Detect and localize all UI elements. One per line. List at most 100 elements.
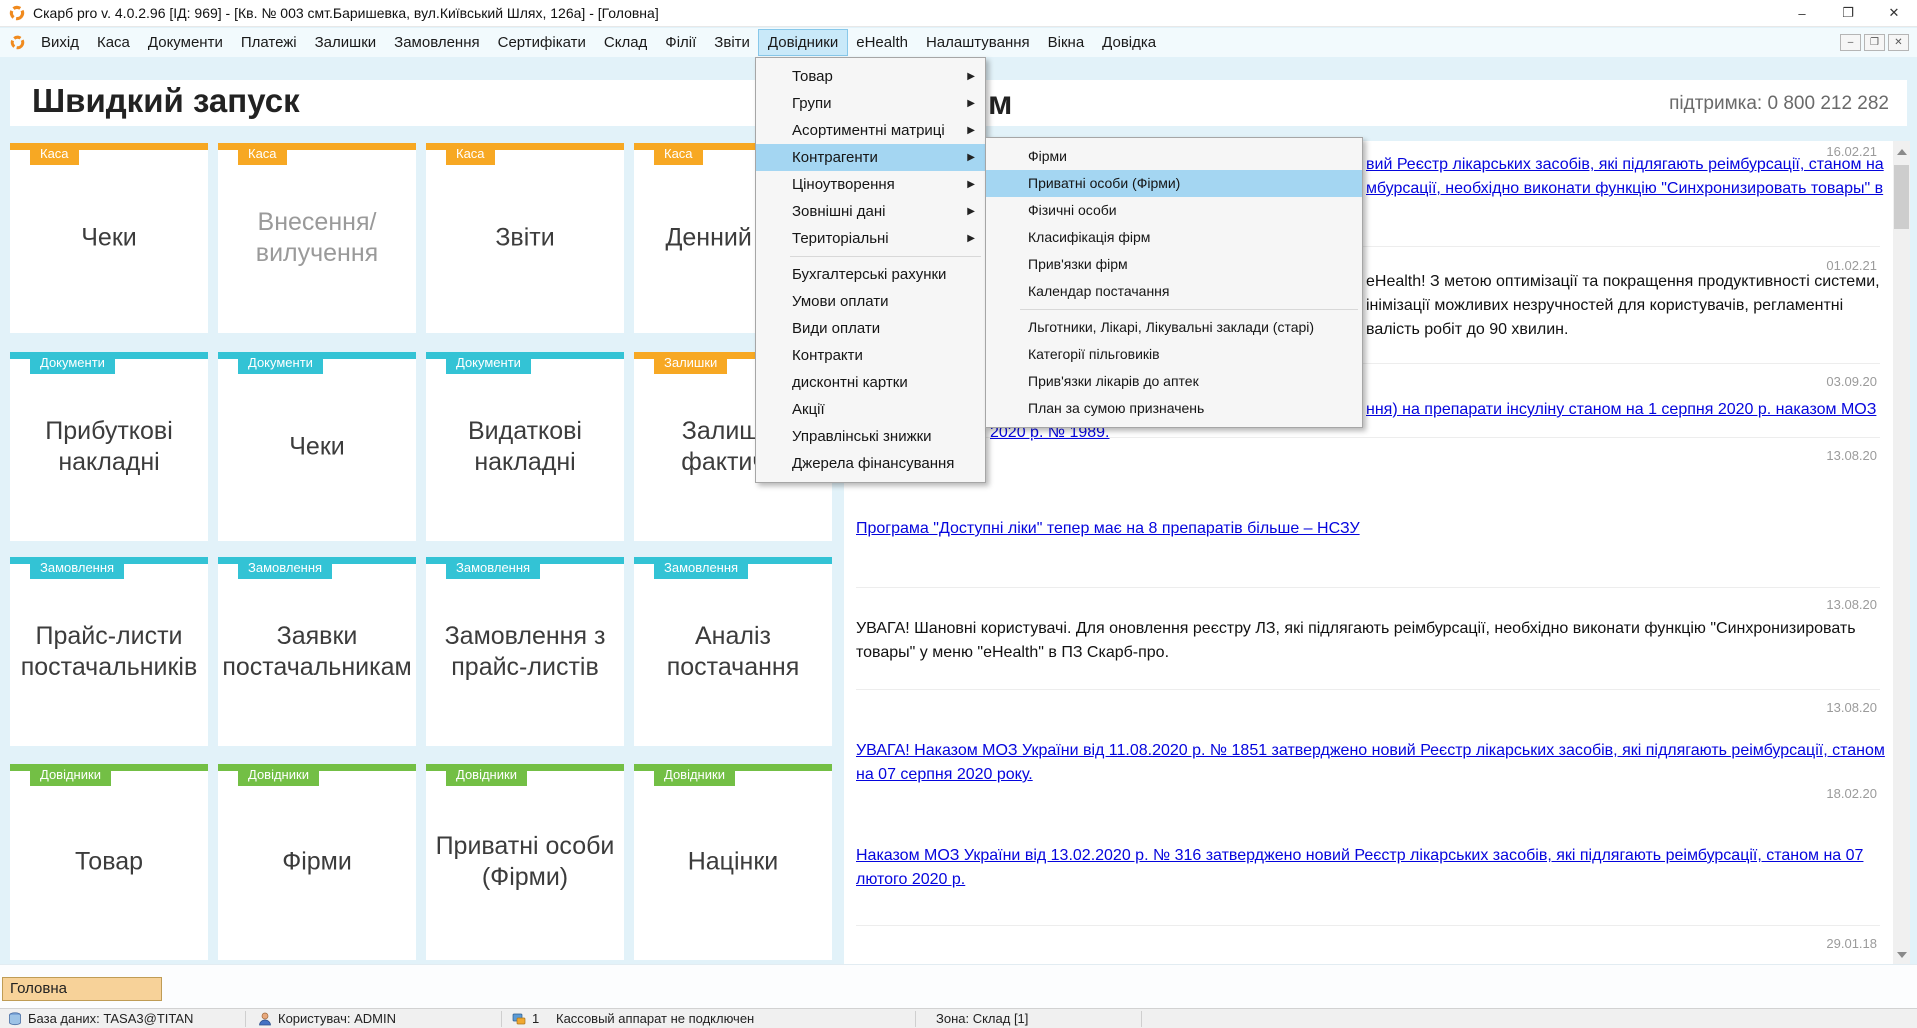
submenuitem-fizychni-osoby[interactable]: Фізичні особи xyxy=(986,197,1362,224)
submenuitem-plan-za-sumoiu-pryznachen[interactable]: План за сумою призначень xyxy=(986,395,1362,422)
mdi-restore-button[interactable]: ❐ xyxy=(1864,34,1885,51)
minimize-button[interactable]: – xyxy=(1779,0,1825,26)
submenuitem-pryviazky-likariv-do-aptek[interactable]: Прив'язки лікарів до аптек xyxy=(986,368,1362,395)
submenuitem-pryviazky-firm[interactable]: Прив'язки фірм xyxy=(986,251,1362,278)
menuitem-hrupy[interactable]: Групи▶ xyxy=(756,90,985,117)
news-scrollbar[interactable] xyxy=(1893,141,1910,966)
menu-zamovlennia[interactable]: Замовлення xyxy=(385,30,488,55)
scroll-down-icon[interactable] xyxy=(1893,944,1910,966)
menuitem-upravlinski-znyzhky[interactable]: Управлінські знижки xyxy=(756,423,985,450)
tile-label: Чеки xyxy=(222,431,412,462)
menu-nalashtuvannia[interactable]: Налаштування xyxy=(917,30,1039,55)
news-text-line: товары" у меню "eHealth" в ПЗ Скарб-про. xyxy=(856,644,1169,662)
scrollbar-thumb[interactable] xyxy=(1894,165,1909,229)
news-link-line[interactable]: вий Реєстр лікарських засобів, які підля… xyxy=(1366,156,1884,174)
menu-dovidka[interactable]: Довідка xyxy=(1093,30,1165,55)
menuitem-dzherela-finansuvannia[interactable]: Джерела фінансування xyxy=(756,450,985,477)
news-link-line[interactable]: Програма "Доступні ліки" тепер має на 8 … xyxy=(856,520,1360,538)
menu-vykhid[interactable]: Вихід xyxy=(32,30,88,55)
news-link-line[interactable]: УВАГА! Наказом МОЗ України від 11.08.202… xyxy=(856,742,1885,760)
menu-kasa[interactable]: Каса xyxy=(88,30,139,55)
tile-vnesennia-vyluchennia[interactable]: Каса Внесення/вилучення xyxy=(218,143,416,333)
tile-category-badge: Замовлення xyxy=(238,557,332,579)
submenuitem-lhotnyky-likari-zaklady[interactable]: Льготники, Лікарі, Лікувальні заклади (с… xyxy=(986,314,1362,341)
tile-prais-lysty-postachalnykiv[interactable]: Замовлення Прайс-листи постачальників xyxy=(10,557,208,746)
tab-holovna[interactable]: Головна xyxy=(2,977,162,1001)
tile-label: Заявки постачальникам xyxy=(222,620,412,683)
app-logo-icon xyxy=(9,5,25,21)
menu-sertyfikaty[interactable]: Сертифікати xyxy=(489,30,595,55)
menu-platezhi[interactable]: Платежі xyxy=(232,30,306,55)
close-button[interactable]: ✕ xyxy=(1871,0,1917,26)
menu-dokumenty[interactable]: Документи xyxy=(139,30,232,55)
menuitem-umovy-oplaty[interactable]: Умови оплати xyxy=(756,288,985,315)
tile-zamovlennia-z-prais-lystiv[interactable]: Замовлення Замовлення з прайс-листів xyxy=(426,557,624,746)
menuitem-bukhhalterski-rakhunky[interactable]: Бухгалтерські рахунки xyxy=(756,261,985,288)
tile-category-badge: Замовлення xyxy=(654,557,748,579)
news-link-line[interactable]: ння) на препарати інсуліну станом на 1 с… xyxy=(1366,401,1876,419)
menuitem-aktsii[interactable]: Акції xyxy=(756,396,985,423)
tile-zaiavky-postachalnykam[interactable]: Замовлення Заявки постачальникам xyxy=(218,557,416,746)
tile-label: Аналіз постачання xyxy=(638,620,828,683)
tile-prybutkovi-nakladni[interactable]: Документи Прибуткові накладні xyxy=(10,352,208,541)
menuitem-tsinoutvorennia[interactable]: Ціноутворення▶ xyxy=(756,171,985,198)
maximize-button[interactable]: ❐ xyxy=(1825,0,1871,26)
status-cash-register: Кассовый аппарат не подключен xyxy=(556,1009,754,1028)
menuitem-dyskontni-kartky[interactable]: дисконтні картки xyxy=(756,369,985,396)
tile-category-badge: Документи xyxy=(30,352,115,374)
news-link-line[interactable]: лютого 2020 р. xyxy=(856,871,965,889)
menuitem-tovar[interactable]: Товар▶ xyxy=(756,63,985,90)
submenuitem-kalendar-postachannia[interactable]: Календар постачання xyxy=(986,278,1362,305)
menu-bar: Вихід Каса Документи Платежі Залишки Зам… xyxy=(0,28,1917,57)
scroll-up-icon[interactable] xyxy=(1893,141,1910,163)
menu-zalyshky[interactable]: Залишки xyxy=(306,30,386,55)
news-link-line[interactable]: Наказом МОЗ України від 13.02.2020 р. № … xyxy=(856,847,1863,865)
news-link-line[interactable]: на 07 серпня 2020 року. xyxy=(856,766,1033,784)
menuitem-zovnishni-dani[interactable]: Зовнішні дані▶ xyxy=(756,198,985,225)
menu-zvity[interactable]: Звіти xyxy=(705,30,759,55)
submenuitem-pryvatni-osoby-firmy[interactable]: Приватні особи (Фірми) xyxy=(986,170,1362,197)
tile-cheky-dokumenty[interactable]: Документи Чеки xyxy=(218,352,416,541)
submenu-arrow-icon: ▶ xyxy=(967,171,975,198)
menuitem-asortymentni-matrytsi[interactable]: Асортиментні матриці▶ xyxy=(756,117,985,144)
menu-vikna[interactable]: Вікна xyxy=(1039,30,1094,55)
database-icon xyxy=(8,1012,22,1026)
menuitem-vydy-oplaty[interactable]: Види оплати xyxy=(756,315,985,342)
status-database: База даних: TASA3@TITAN xyxy=(8,1009,193,1028)
tile-label: Внесення/вилучення xyxy=(222,207,412,270)
tile-cheky-kasa[interactable]: Каса Чеки xyxy=(10,143,208,333)
menu-filii[interactable]: Філії xyxy=(656,30,705,55)
submenuitem-firmy[interactable]: Фірми xyxy=(986,143,1362,170)
mdi-close-button[interactable]: ✕ xyxy=(1888,34,1909,51)
menu-sklad[interactable]: Склад xyxy=(595,30,656,55)
tile-natsinky[interactable]: Довідники Націнки xyxy=(634,764,832,960)
status-divider xyxy=(245,1011,246,1027)
submenuitem-katehorii-pilhovykiv[interactable]: Категорії пільговиків xyxy=(986,341,1362,368)
menuitem-kontrakty[interactable]: Контракти xyxy=(756,342,985,369)
news-date: 01.02.21 xyxy=(1826,258,1877,273)
status-terminal-count: 1 xyxy=(512,1009,539,1028)
terminal-icon xyxy=(512,1012,526,1026)
support-phone: підтримка: 0 800 212 282 xyxy=(1669,93,1889,115)
submenuitem-klasyfikatsiia-firm[interactable]: Класифікація фірм xyxy=(986,224,1362,251)
tile-category-badge: Каса xyxy=(654,143,703,165)
menuitem-kontrahenty[interactable]: Контрагенти▶ xyxy=(756,144,985,171)
tile-zvity-kasa[interactable]: Каса Звіти xyxy=(426,143,624,333)
menu-ehealth[interactable]: eHealth xyxy=(847,30,917,55)
tile-firmy[interactable]: Довідники Фірми xyxy=(218,764,416,960)
menuitem-terytorialni[interactable]: Територіальні▶ xyxy=(756,225,985,252)
tile-category-badge: Документи xyxy=(238,352,323,374)
tile-category-badge: Каса xyxy=(238,143,287,165)
status-bar: База даних: TASA3@TITAN Користувач: ADMI… xyxy=(0,1008,1917,1028)
tile-vydatkovi-nakladni[interactable]: Документи Видаткові накладні xyxy=(426,352,624,541)
news-text-line: eHealth! З метою оптимізації та покращен… xyxy=(1366,273,1880,291)
tile-analiz-postachannia[interactable]: Замовлення Аналіз постачання xyxy=(634,557,832,746)
mdi-minimize-button[interactable]: – xyxy=(1840,34,1861,51)
submenu-arrow-icon: ▶ xyxy=(967,144,975,171)
news-link-line[interactable]: мбурсації, необхідно виконати функцію "С… xyxy=(1366,180,1883,198)
tile-tovar[interactable]: Довідники Товар xyxy=(10,764,208,960)
news-separator xyxy=(856,437,1880,438)
tile-pryvatni-osoby[interactable]: Довідники Приватні особи (Фірми) xyxy=(426,764,624,960)
menu-dovidnyky[interactable]: Довідники xyxy=(759,30,847,55)
tile-label: Фірми xyxy=(222,846,412,877)
